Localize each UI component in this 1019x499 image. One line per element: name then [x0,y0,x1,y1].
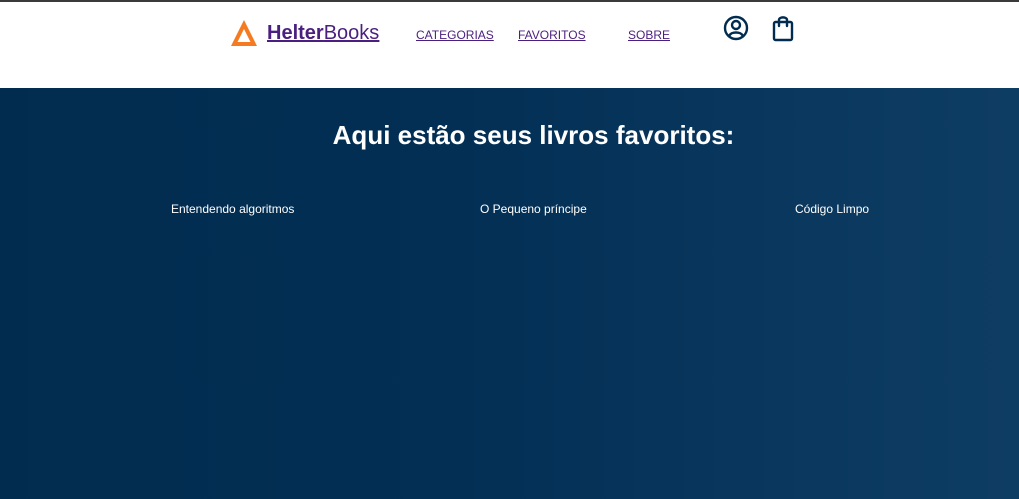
shopping-bag-icon [772,16,794,42]
favorites-title: Aqui estão seus livros favoritos: [332,120,735,150]
triangle-logo-icon [231,20,257,46]
favorite-book-item[interactable]: Entendendo algoritmos [171,201,294,217]
nav-link-sobre[interactable]: SOBRE [628,28,670,42]
shopping-bag-button[interactable] [770,14,796,42]
favorite-book-item[interactable]: O Pequeno príncipe [480,201,587,217]
brand-logo-link[interactable]: HelterBooks [229,18,379,48]
user-icon [723,15,749,41]
nav-link-favoritos[interactable]: FAVORITOS [518,28,586,42]
nav-link-categorias[interactable]: CATEGORIAS [416,28,494,42]
user-account-button[interactable] [723,14,749,42]
brand-name-bold: Helter [267,22,324,44]
favorite-book-item[interactable]: Código Limpo [795,201,869,217]
brand-name-regular: Books [323,22,380,44]
site-header: HelterBooks CATEGORIAS FAVORITOS SOBRE [0,2,1019,88]
brand-name: HelterBooks [267,18,379,48]
favorites-section: Aqui estão seus livros favoritos: Entend… [0,88,1019,499]
